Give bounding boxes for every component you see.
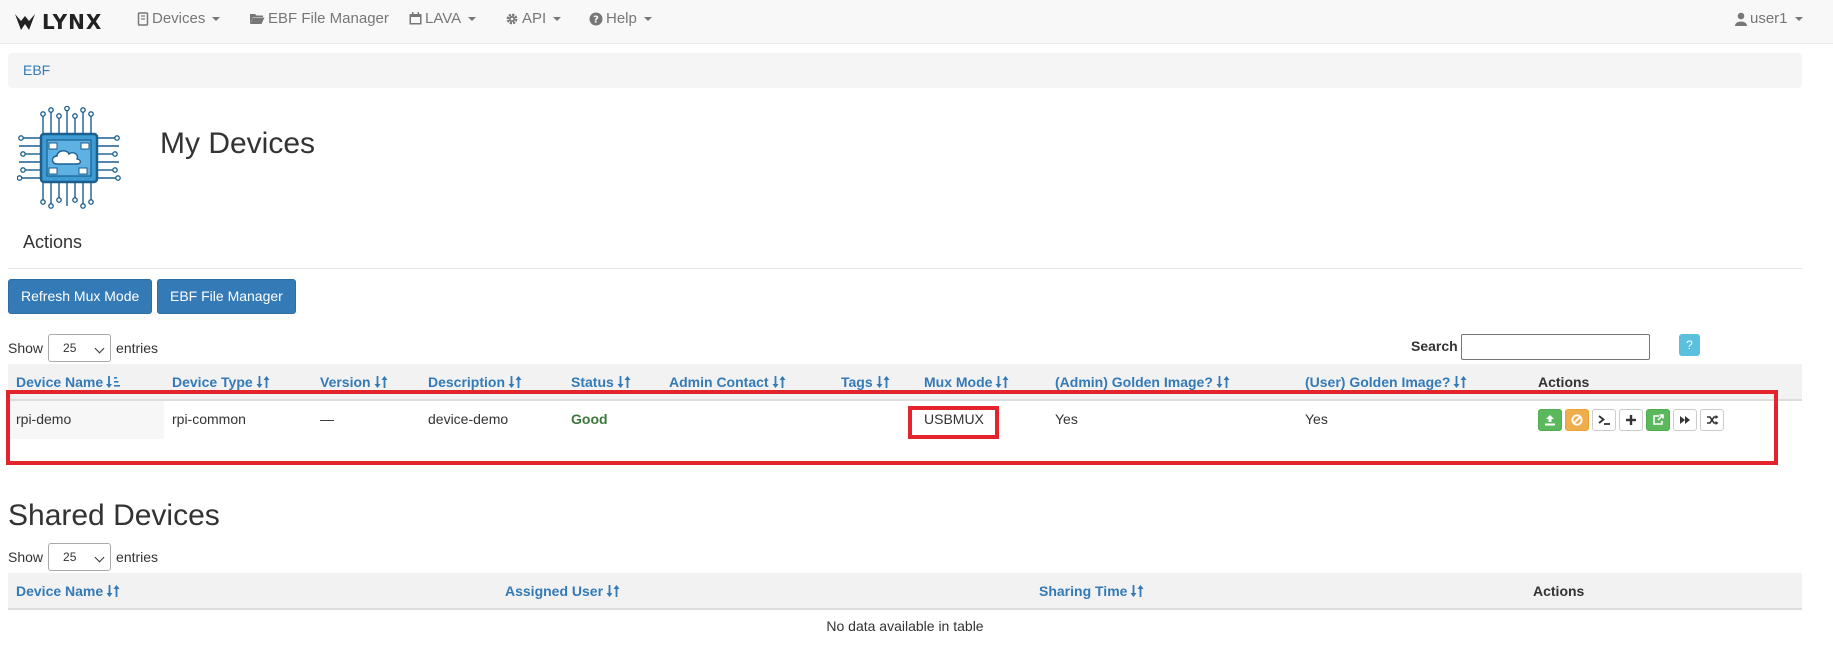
- sort-icon: [876, 376, 890, 388]
- nav-lava[interactable]: LAVA: [409, 0, 477, 37]
- sort-icon: [1453, 376, 1467, 388]
- search-label: Search: [1411, 338, 1458, 354]
- sort-icon: [106, 585, 120, 597]
- sort-icon: [256, 376, 270, 388]
- sort-icon: [995, 376, 1009, 388]
- shared-show-label: Show: [8, 549, 44, 565]
- lynx-logo-icon: [15, 14, 35, 30]
- shared-col-actions: Actions: [1533, 583, 1585, 599]
- search-input[interactable]: [1461, 334, 1650, 360]
- chevron-down-icon: [212, 16, 221, 21]
- breadcrumb-item-ebf[interactable]: EBF: [23, 62, 50, 78]
- nav-lava-label: LAVA: [425, 10, 462, 27]
- sort-icon: [508, 376, 522, 388]
- sort-icon: [617, 376, 631, 388]
- shared-length-control: Show 25 entries: [8, 543, 158, 571]
- ebf-file-manager-button[interactable]: EBF File Manager: [157, 279, 296, 314]
- shared-entries-select[interactable]: 25: [48, 543, 112, 571]
- nav-api[interactable]: API: [505, 0, 562, 37]
- chevron-down-icon: [553, 16, 562, 21]
- chip-cloud-icon: [17, 106, 121, 209]
- shared-devices-title: Shared Devices: [8, 499, 220, 532]
- folder-open-icon: [250, 14, 265, 24]
- divider: [8, 268, 1802, 269]
- help-button[interactable]: ?: [1679, 334, 1700, 356]
- show-label: Show: [8, 340, 44, 356]
- shared-col-device-name[interactable]: Device Name: [16, 573, 120, 610]
- nav-api-label: API: [522, 10, 547, 27]
- gear-icon: [506, 13, 518, 24]
- nav-ebf-file-manager[interactable]: EBF File Manager: [249, 0, 389, 37]
- user-icon: [1735, 12, 1747, 26]
- calendar-icon: [409, 12, 422, 25]
- entries-select-value: 25: [63, 341, 77, 355]
- sort-icon: [1216, 376, 1230, 388]
- nav-help[interactable]: ? Help: [589, 0, 652, 37]
- entries-label: entries: [116, 340, 159, 356]
- nav-devices-label: Devices: [152, 10, 206, 27]
- chevron-down-icon: [643, 16, 652, 21]
- nav-devices[interactable]: Devices: [137, 0, 221, 37]
- device-row-highlight-box: [6, 390, 1778, 465]
- chevron-down-icon: [1794, 16, 1803, 21]
- breadcrumb: EBF: [8, 53, 1802, 88]
- nav-user-label: user1: [1750, 10, 1788, 27]
- top-navbar: LYNX Devices EBF File Manager LAVA API ?…: [0, 0, 1833, 44]
- actions-heading: Actions: [23, 232, 83, 252]
- entries-select[interactable]: 25: [48, 334, 112, 362]
- brand-logo[interactable]: LYNX: [14, 9, 102, 35]
- length-control: Show 25 entries: [8, 334, 158, 362]
- page-title: My Devices: [160, 127, 316, 160]
- shared-col-assigned-user[interactable]: Assigned User: [505, 573, 620, 610]
- nav-ebf-file-manager-label: EBF File Manager: [268, 10, 389, 27]
- shared-entries-label: entries: [116, 549, 159, 565]
- sort-asc-icon: [106, 376, 121, 388]
- shared-col-sharing-time[interactable]: Sharing Time: [1039, 573, 1144, 610]
- shared-entries-select-value: 25: [63, 550, 77, 564]
- sort-icon: [606, 585, 620, 597]
- device-icon: [137, 11, 149, 26]
- brand-text: LYNX: [42, 10, 103, 34]
- chevron-down-icon: [94, 552, 105, 563]
- svg-text:?: ?: [593, 14, 599, 25]
- nav-help-label: Help: [606, 10, 637, 27]
- chevron-down-icon: [94, 343, 105, 354]
- shared-devices-table-header: Device Name Assigned User Sharing Time A…: [8, 573, 1802, 610]
- sort-icon: [374, 376, 388, 388]
- sort-icon: [1130, 585, 1144, 597]
- sort-icon: [772, 376, 786, 388]
- refresh-mux-mode-button[interactable]: Refresh Mux Mode: [8, 279, 153, 314]
- nav-user-menu[interactable]: user1: [1735, 0, 1803, 37]
- chevron-down-icon: [468, 16, 477, 21]
- shared-empty-message: No data available in table: [826, 618, 984, 634]
- question-circle-icon: ?: [589, 12, 603, 25]
